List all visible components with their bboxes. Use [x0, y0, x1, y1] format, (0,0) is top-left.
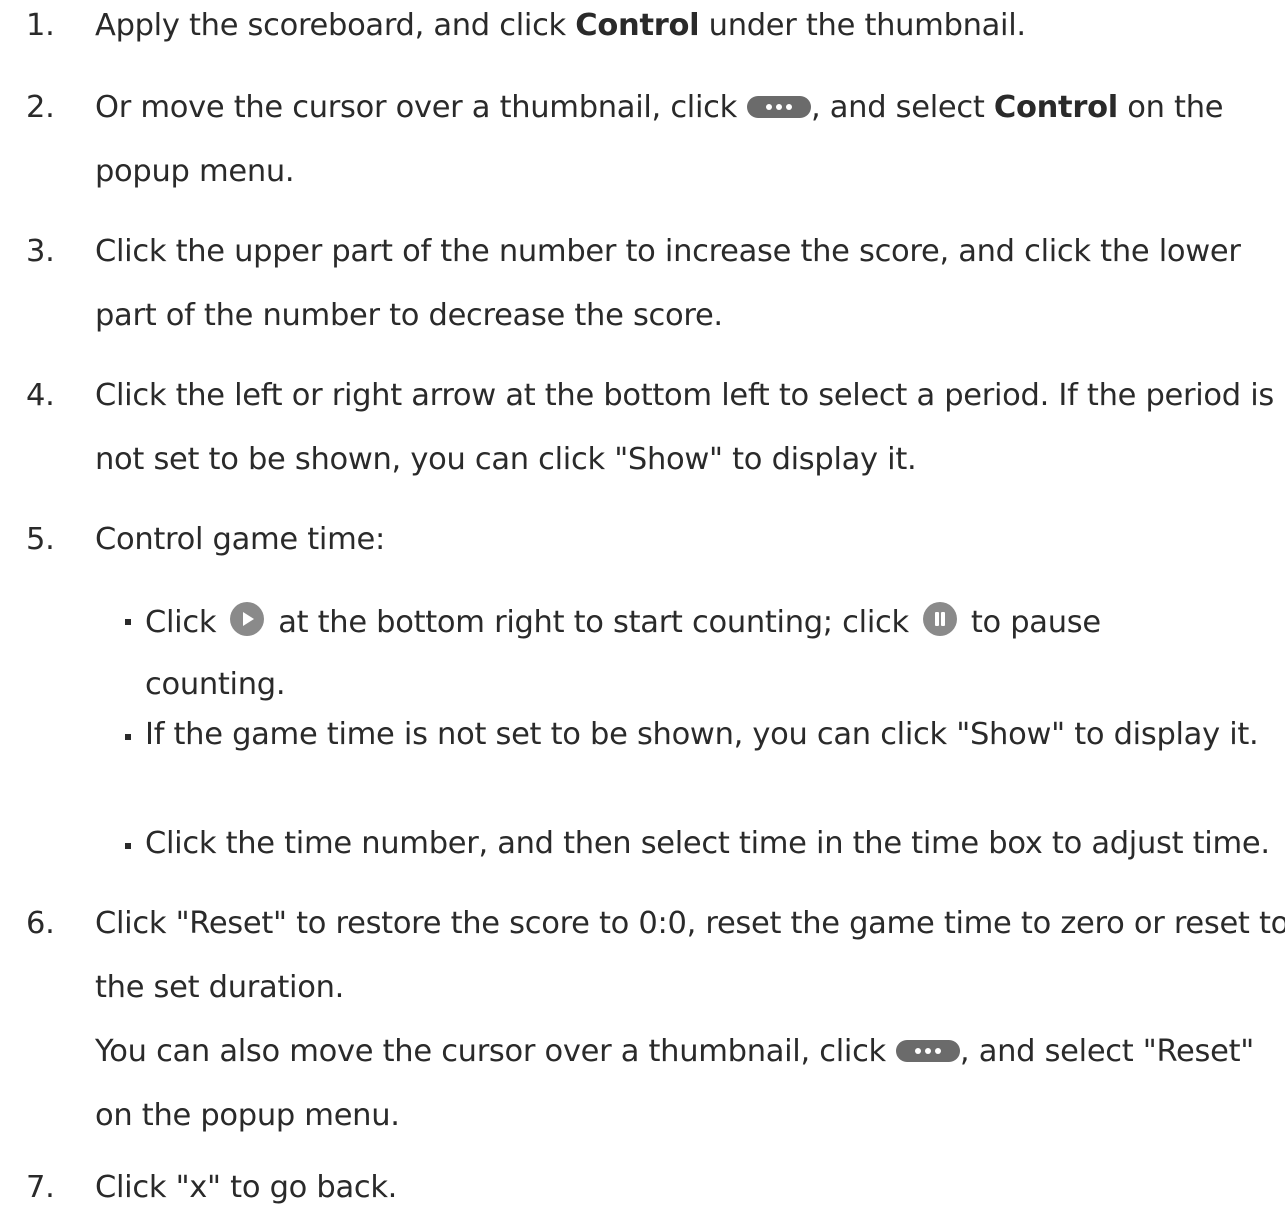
step-4-line-2: not set to be shown, you can click "Show…	[95, 442, 917, 477]
step-4-line-1: Click the left or right arrow at the bot…	[95, 378, 1274, 413]
step-1-text-post: under the thumbnail.	[699, 8, 1026, 43]
step-number: 1.	[26, 8, 55, 43]
step-2-text-pre: Or move the cursor over a thumbnail, cli…	[95, 90, 737, 125]
step-3-line-2: part of the number to decrease the score…	[95, 298, 723, 333]
step-6-line-3-post: , and select "Reset"	[959, 1034, 1254, 1069]
step-6-line-3-pre: You can also move the cursor over a thum…	[95, 1034, 886, 1069]
step-number: 7.	[26, 1170, 55, 1205]
step-2-text-mid: , and select	[811, 90, 994, 125]
more-options-icon	[895, 1040, 960, 1062]
step-1-text: Apply the scoreboard, and click Control …	[95, 8, 1026, 43]
step-2-line-1: Or move the cursor over a thumbnail, cli…	[95, 90, 1224, 125]
sub-bullet-2-line-1: If the game time is not set to be shown,…	[145, 717, 1259, 752]
step-7-line-1: Click "x" to go back.	[95, 1170, 398, 1205]
step-2-line-2: popup menu.	[95, 154, 295, 189]
sub-bullet-1-post: to pause	[970, 605, 1101, 640]
sub-bullet-1-line-2: counting.	[145, 667, 286, 702]
play-icon	[230, 602, 265, 636]
bullet-marker	[125, 619, 131, 625]
bullet-marker	[125, 843, 131, 849]
sub-bullet-3-line-1: Click the time number, and then select t…	[145, 826, 1270, 861]
step-6-line-2: the set duration.	[95, 970, 344, 1005]
step-number: 3.	[26, 234, 55, 269]
step-2-text-post: on the	[1117, 90, 1224, 125]
step-6-line-1: Click "Reset" to restore the score to 0:…	[95, 906, 1285, 941]
step-6-line-3: You can also move the cursor over a thum…	[95, 1034, 1254, 1069]
instructions-document: 1. Apply the scoreboard, and click Contr…	[0, 0, 1285, 1215]
step-5-line-1: Control game time:	[95, 522, 385, 557]
pause-icon	[922, 602, 957, 636]
sub-bullet-1-line-1: Click at the bottom right to start counti…	[145, 602, 1101, 640]
step-1-text-pre: Apply the scoreboard, and click	[95, 8, 576, 43]
step-number: 4.	[26, 378, 55, 413]
step-6-line-4: on the popup menu.	[95, 1098, 400, 1133]
control-bold: Control	[575, 8, 700, 43]
sub-bullet-1-mid: at the bottom right to start counting; c…	[278, 605, 909, 640]
sub-bullet-1-pre: Click	[145, 605, 217, 640]
bullet-marker	[125, 734, 131, 740]
step-number: 2.	[26, 90, 55, 125]
control-bold: Control	[993, 90, 1118, 125]
step-number: 5.	[26, 522, 55, 557]
step-3-line-1: Click the upper part of the number to in…	[95, 234, 1241, 269]
step-number: 6.	[26, 906, 55, 941]
more-options-icon	[747, 96, 811, 118]
